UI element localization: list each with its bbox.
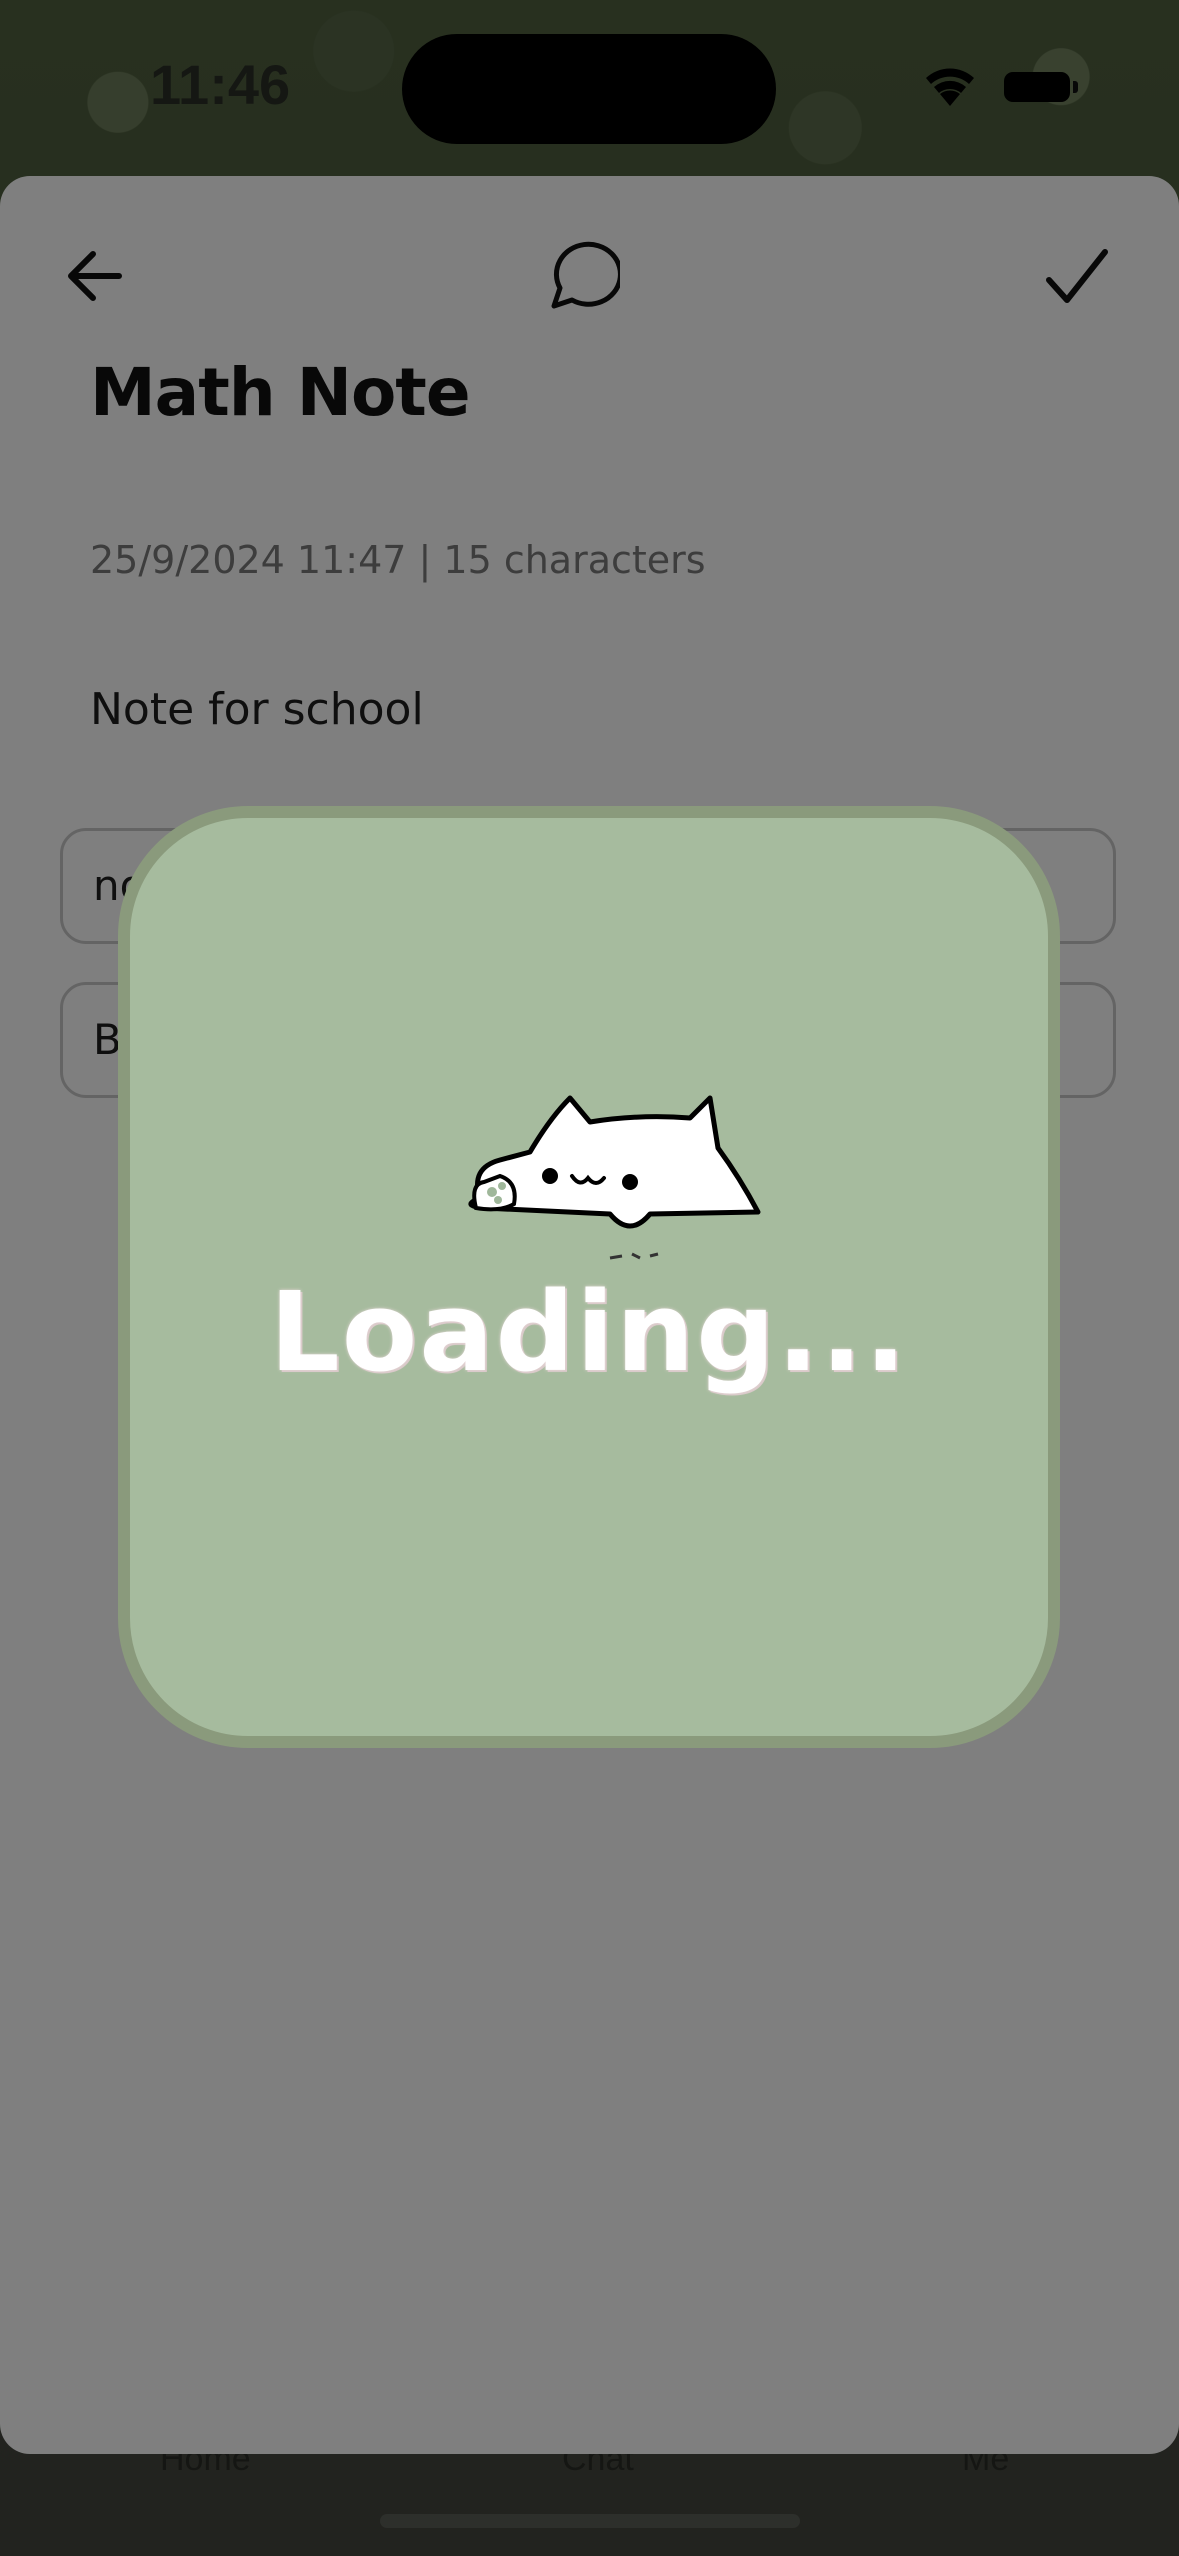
cat-mascot-icon [468, 1095, 761, 1260]
loading-label: Loading... [269, 1268, 909, 1396]
loading-dialog: Loading... [118, 806, 1060, 1748]
